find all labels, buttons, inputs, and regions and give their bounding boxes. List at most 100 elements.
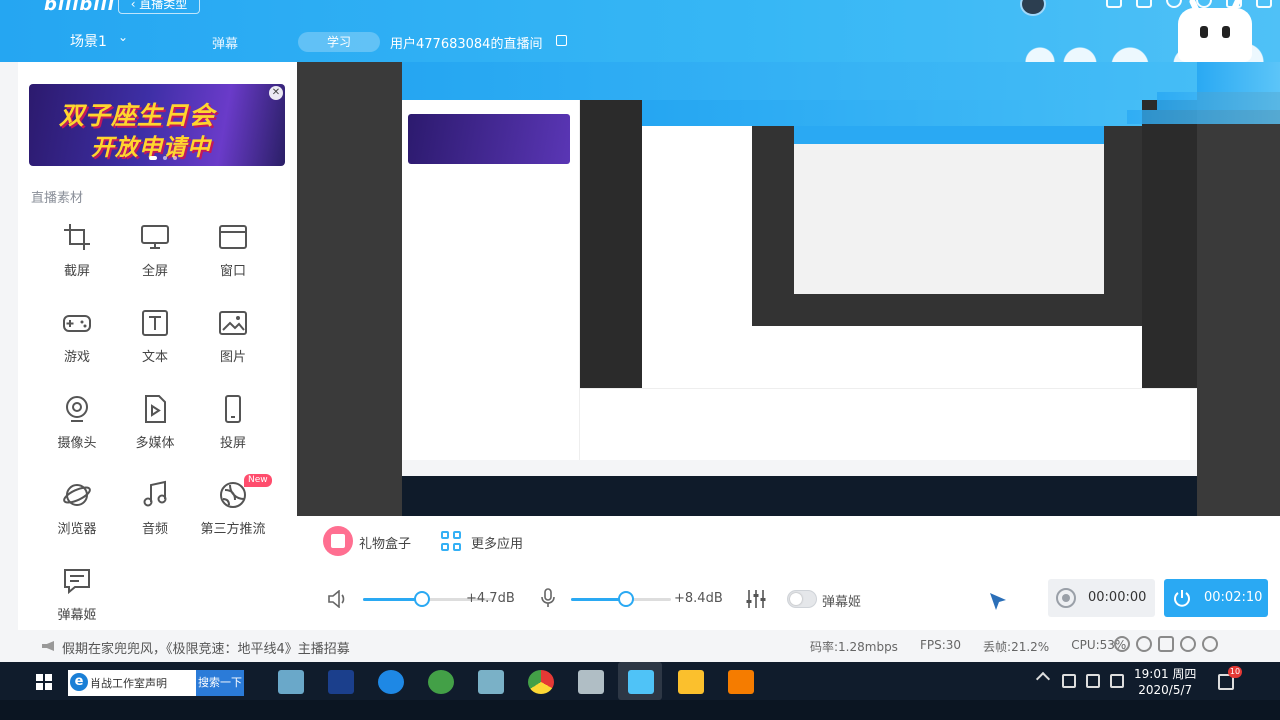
mixer-icon[interactable]: [745, 589, 767, 609]
notification-badge: 10: [1228, 666, 1242, 678]
material-label: 图片: [219, 350, 246, 365]
material-media[interactable]: 多媒体: [116, 394, 194, 458]
announcement-text[interactable]: 假期在家兜兜风，《极限竞速：地平线4》主播招募: [62, 638, 350, 657]
battery-icon[interactable]: [1062, 674, 1076, 688]
live-button[interactable]: 00:02:10: [1164, 579, 1268, 617]
material-third-party-stream[interactable]: New 第三方推流: [194, 474, 272, 544]
material-sidebar: 双子座生日会 开放申请中 ✕ 直播素材 截屏 全屏 窗口 游戏 文本 图片 摄像…: [18, 62, 297, 630]
user-icon[interactable]: [1180, 636, 1196, 652]
preview-canvas[interactable]: [297, 62, 1280, 516]
clock[interactable]: 19:01 周四 2020/5/7: [1134, 666, 1196, 698]
app-icon[interactable]: [478, 670, 504, 694]
wifi-icon[interactable]: [1086, 674, 1100, 688]
banner-title: 双子座生日会: [59, 101, 216, 130]
system-tray: [1062, 674, 1124, 688]
material-label: 窗口: [219, 264, 246, 279]
volume-icon[interactable]: [1110, 674, 1124, 688]
mic-slider-knob[interactable]: [618, 591, 634, 607]
app-icon[interactable]: [278, 670, 304, 694]
text-icon: [140, 308, 170, 338]
maximize-icon[interactable]: [1256, 0, 1272, 8]
speaker-icon[interactable]: [327, 590, 349, 608]
image-icon: [218, 308, 248, 338]
keyboard-icon[interactable]: [1158, 636, 1174, 652]
new-badge: New: [244, 474, 272, 487]
material-label: 全屏: [141, 264, 168, 279]
refresh-app-icon[interactable]: [428, 670, 454, 694]
material-grid: 截屏 全屏 窗口 游戏 文本 图片 摄像头 多媒体 投屏 浏览器 音频 New …: [38, 222, 288, 630]
gear-icon[interactable]: [1166, 0, 1182, 8]
bilibili-logo: bilibili: [44, 0, 115, 15]
menu-icon[interactable]: [1106, 0, 1122, 8]
material-text[interactable]: 文本: [116, 308, 194, 372]
category-tag[interactable]: 学习: [298, 32, 380, 52]
material-danmu[interactable]: 弹幕姬: [38, 566, 116, 630]
live-type-button[interactable]: ‹ 直播类型: [118, 0, 200, 14]
material-window[interactable]: 窗口: [194, 222, 272, 286]
gamepad-icon: [62, 308, 92, 338]
announcement-icon: [42, 641, 54, 651]
fps: FPS:30: [919, 638, 962, 652]
chrome-icon[interactable]: [528, 670, 554, 694]
mail-icon[interactable]: [1136, 0, 1152, 8]
bilibili-icon[interactable]: [628, 670, 654, 694]
stair-decoration: [1197, 62, 1280, 92]
material-label: 多媒体: [135, 436, 175, 451]
avatar[interactable]: [1020, 0, 1046, 16]
promo-banner[interactable]: 双子座生日会 开放申请中 ✕: [29, 84, 285, 166]
power-icon: [1174, 590, 1190, 607]
material-label: 摄像头: [57, 436, 97, 451]
danmu-toggle[interactable]: [787, 590, 817, 608]
material-label: 游戏: [63, 350, 90, 365]
monitor-icon: [140, 222, 170, 252]
captured-banner: [408, 114, 570, 164]
chevron-up-icon[interactable]: [1035, 671, 1051, 687]
section-label: 直播素材: [31, 191, 84, 206]
edit-icon[interactable]: [556, 35, 567, 46]
material-audio[interactable]: 音频: [116, 480, 194, 544]
material-screenshot[interactable]: 截屏: [38, 222, 116, 286]
material-game[interactable]: 游戏: [38, 308, 116, 372]
app-icon[interactable]: [578, 670, 604, 694]
tab-danmu[interactable]: 弹幕: [212, 33, 238, 52]
material-image[interactable]: 图片: [194, 308, 272, 372]
mic-volume-slider[interactable]: [571, 591, 671, 607]
material-fullscreen[interactable]: 全屏: [116, 222, 194, 286]
material-label: 截屏: [63, 264, 90, 279]
captured-screen: [402, 62, 1197, 516]
ime-icon[interactable]: [1114, 636, 1130, 652]
taskbar-search-input[interactable]: e 肖战工作室声明: [68, 670, 196, 696]
banner-pager: [149, 156, 177, 160]
gift-box-button[interactable]: 礼物盒子: [359, 533, 411, 552]
apps-icon[interactable]: [441, 531, 461, 551]
microphone-icon[interactable]: [541, 588, 555, 608]
material-label: 投屏: [219, 436, 246, 451]
windows-start-icon[interactable]: [36, 674, 52, 690]
more-apps-button[interactable]: 更多应用: [471, 533, 523, 552]
material-browser[interactable]: 浏览器: [38, 480, 116, 544]
captured-taskbar: [402, 476, 1197, 516]
gift-icon[interactable]: [323, 526, 353, 556]
music-icon: [140, 480, 170, 510]
speaker-slider-fill: [363, 598, 422, 601]
captured-title-bar: [402, 62, 1197, 100]
record-button[interactable]: 00:00:00: [1048, 579, 1155, 617]
scene-selector[interactable]: 场景1: [70, 31, 107, 51]
search-button[interactable]: 搜索一下: [196, 670, 244, 696]
devc-icon[interactable]: [328, 670, 354, 694]
material-label: 音频: [141, 522, 168, 537]
material-camera[interactable]: 摄像头: [38, 394, 116, 458]
moon-icon[interactable]: [1136, 636, 1152, 652]
folder-icon[interactable]: [678, 670, 704, 694]
wrench-icon[interactable]: [1202, 636, 1218, 652]
chevron-down-icon[interactable]: ⌄: [118, 30, 128, 44]
media-icon: [140, 394, 170, 424]
material-cast[interactable]: 投屏: [194, 394, 272, 458]
taskbar-ghost: [0, 700, 1280, 720]
material-label: 第三方推流: [200, 522, 266, 537]
edge-taskbar-icon[interactable]: [378, 670, 404, 694]
app-icon[interactable]: [728, 670, 754, 694]
close-icon[interactable]: ✕: [269, 86, 283, 100]
speaker-slider-knob[interactable]: [413, 591, 430, 607]
windows-taskbar: e 肖战工作室声明 搜索一下 19:01 周四 2020/5/7 10: [0, 662, 1280, 720]
